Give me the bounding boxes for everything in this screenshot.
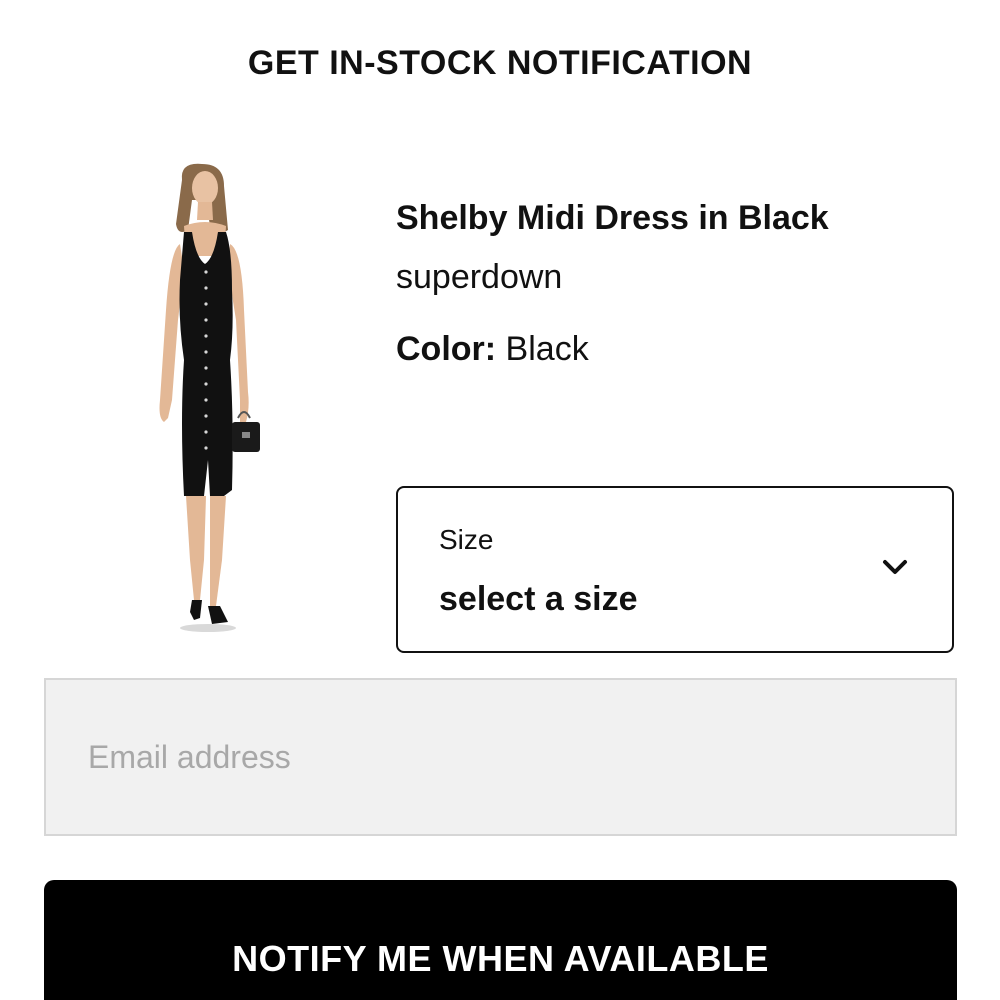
product-name: Shelby Midi Dress in Black	[396, 199, 829, 237]
notify-me-button[interactable]: NOTIFY ME WHEN AVAILABLE	[44, 880, 957, 1000]
product-brand: superdown	[396, 258, 563, 296]
product-info: Shelby Midi Dress in Black superdown Col…	[396, 196, 956, 370]
email-field[interactable]	[44, 678, 957, 836]
color-value: Black	[505, 330, 589, 368]
size-label: Size	[439, 524, 494, 555]
chevron-down-icon	[883, 560, 907, 574]
size-select[interactable]: Size select a size	[396, 486, 954, 653]
size-value: select a size	[439, 580, 638, 618]
page-title: GET IN-STOCK NOTIFICATION	[247, 44, 753, 82]
product-color: Color: Black	[396, 328, 956, 370]
color-label: Color:	[396, 330, 497, 368]
in-stock-notification-modal: GET IN-STOCK NOTIFICATION Shelby Midi Dr…	[0, 0, 1000, 1000]
notify-button-label: NOTIFY ME WHEN AVAILABLE	[232, 938, 769, 979]
product-image	[159, 163, 260, 632]
